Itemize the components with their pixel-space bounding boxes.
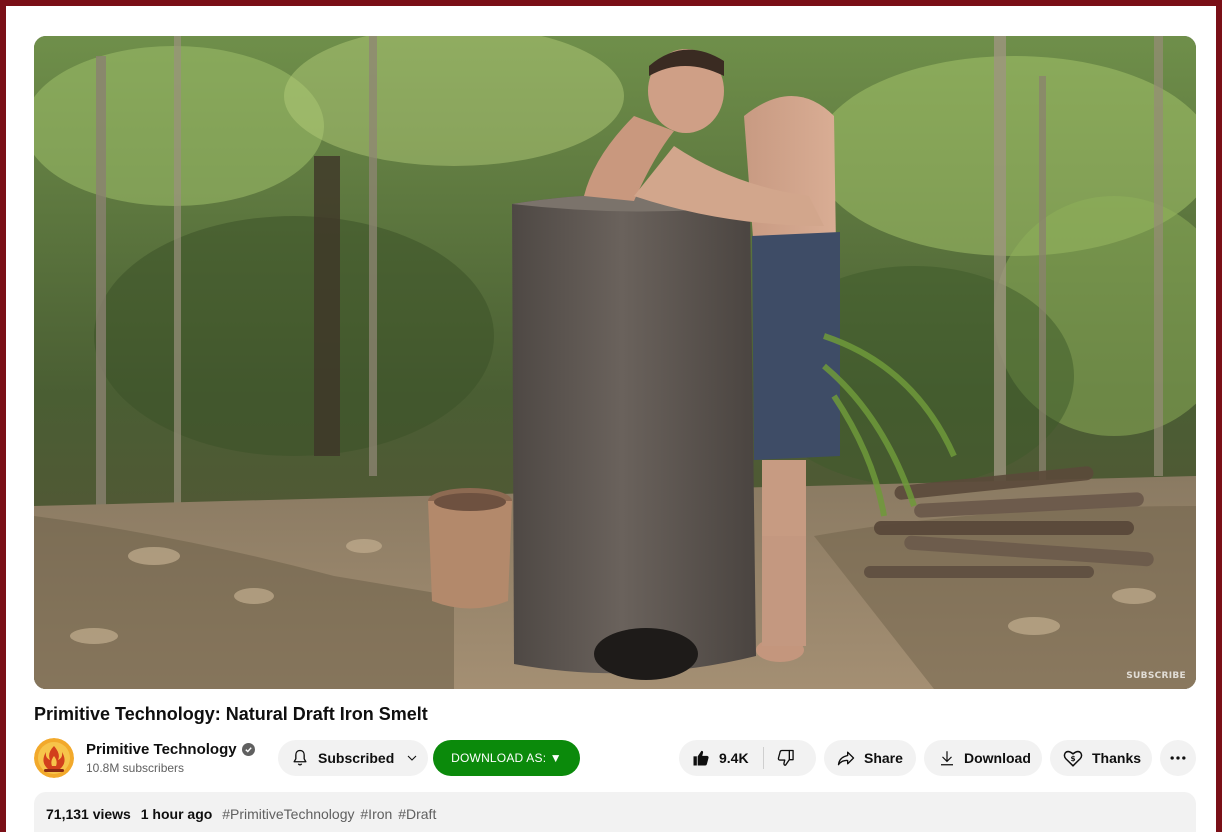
thanks-label: Thanks [1092,750,1142,766]
hashtag-link[interactable]: #Iron [360,806,392,822]
channel-avatar[interactable] [34,738,74,778]
verified-check-icon [241,743,255,756]
like-button[interactable]: 9.4K [691,748,749,768]
owner-row: Primitive Technology 10.8M subscribers S… [34,738,1196,778]
share-arrow-icon [837,751,855,766]
page-frame: SUBSCRIBE Primitive Technology: Natural … [6,6,1216,832]
download-button[interactable]: Download [924,740,1042,776]
hashtag-link[interactable]: #Draft [398,806,436,822]
fire-logo-icon [34,738,74,778]
download-as-button[interactable]: DOWNLOAD AS: ▼ [433,740,580,776]
view-count: 71,131 views [46,806,131,822]
like-divider [762,747,764,769]
dislike-button[interactable] [776,748,796,768]
upload-time: 1 hour ago [140,806,213,822]
like-count: 9.4K [719,750,749,766]
heart-dollar-icon: $ [1063,750,1083,767]
thumbs-up-icon [693,750,709,766]
subscribed-label: Subscribed [318,750,395,766]
more-horizontal-icon [1170,756,1186,760]
chevron-down-icon [404,750,420,766]
download-icon [941,751,953,766]
channel-name[interactable]: Primitive Technology [86,741,237,758]
channel-name-row: Primitive Technology [86,741,255,758]
share-button[interactable]: Share [824,740,916,776]
download-label: Download [964,750,1031,766]
description-box[interactable]: 71,131 views 1 hour ago #PrimitiveTechno… [34,792,1196,832]
share-label: Share [864,750,903,766]
hashtag-link[interactable]: #PrimitiveTechnology [222,806,354,822]
video-title: Primitive Technology: Natural Draft Iron… [34,704,428,724]
video-frame-image [34,36,1196,689]
video-player[interactable]: SUBSCRIBE [34,36,1196,689]
subscribe-watermark: SUBSCRIBE [1126,671,1186,681]
subscriber-count: 10.8M subscribers [86,761,185,775]
more-actions-button[interactable] [1160,740,1196,776]
svg-text:$: $ [1070,754,1075,763]
channel-info: Primitive Technology 10.8M subscribers [86,741,255,775]
subscribed-button[interactable]: Subscribed [278,740,428,776]
like-dislike-group: 9.4K [679,740,816,776]
thanks-button[interactable]: $ Thanks [1050,740,1152,776]
bell-icon [293,749,307,766]
download-as-label: DOWNLOAD AS: ▼ [451,751,562,765]
thumbs-down-icon [777,749,794,766]
